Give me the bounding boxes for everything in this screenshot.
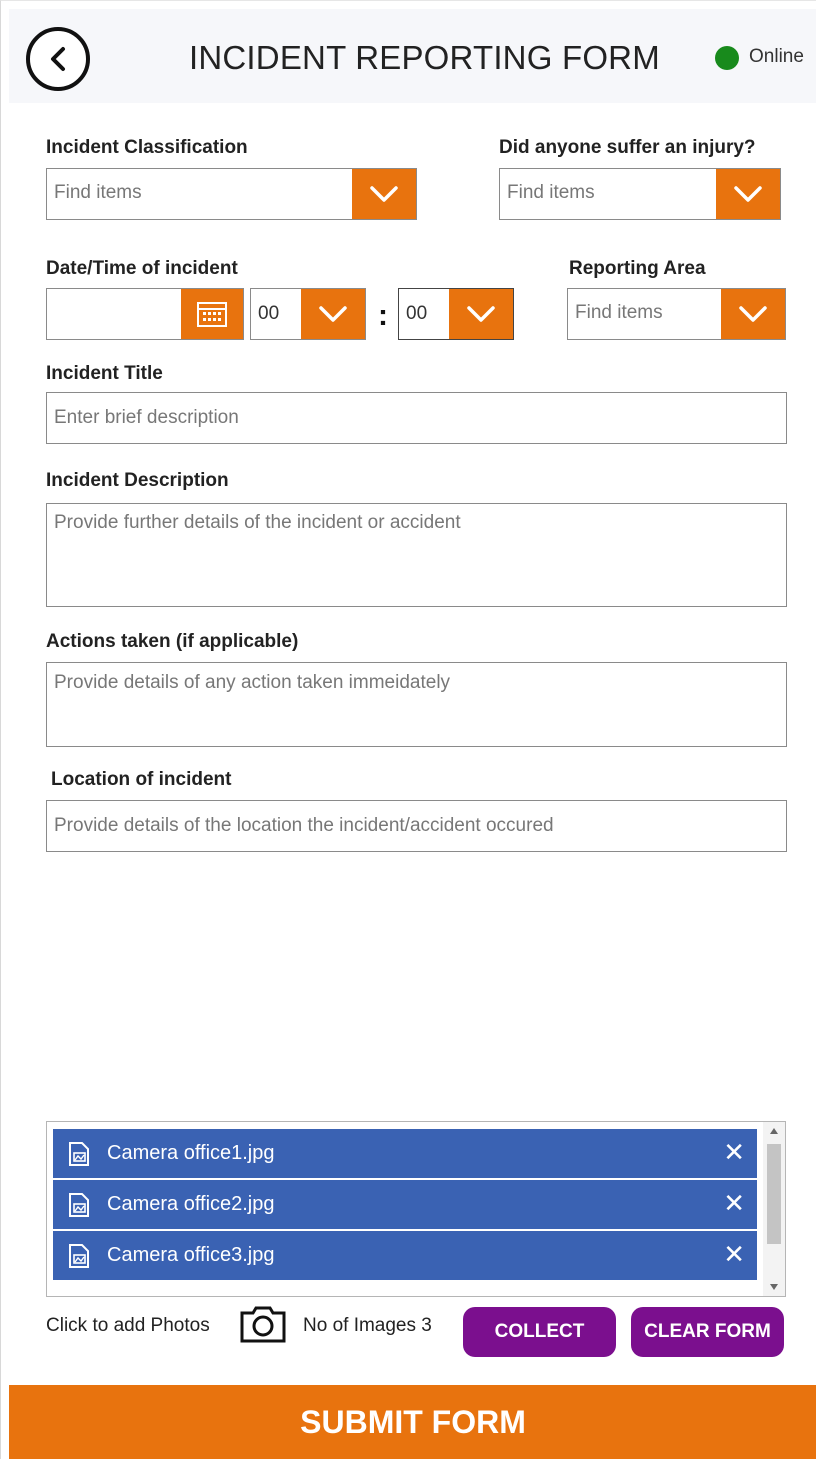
page-title: INCIDENT REPORTING FORM (189, 39, 660, 76)
chevron-down-icon (739, 306, 767, 322)
gallery-item[interactable]: Camera office2.jpg ✕ (53, 1180, 757, 1229)
image-count-label: No of Images 3 (303, 1315, 432, 1336)
classification-placeholder: Find items (54, 182, 142, 203)
chevron-left-icon (51, 47, 65, 71)
actions-taken-input[interactable]: Provide details of any action taken imme… (46, 662, 787, 747)
scroll-down-icon[interactable] (770, 1284, 778, 1290)
incident-description-input[interactable]: Provide further details of the incident … (46, 503, 787, 607)
camera-icon[interactable] (239, 1304, 287, 1344)
chevron-down-icon (319, 306, 347, 322)
scroll-thumb[interactable] (767, 1144, 781, 1244)
chevron-down-icon (370, 186, 398, 202)
incident-description-placeholder: Provide further details of the incident … (54, 512, 461, 533)
injury-label: Did anyone suffer an injury? (499, 137, 756, 158)
minute-dropdown-button[interactable] (449, 289, 513, 339)
gallery-item[interactable]: Camera office3.jpg ✕ (53, 1231, 757, 1280)
add-photos-label: Click to add Photos (46, 1315, 210, 1336)
minute-value: 00 (406, 303, 428, 324)
date-picker[interactable] (46, 288, 244, 340)
back-button[interactable] (26, 27, 90, 91)
reporting-area-label: Reporting Area (569, 258, 706, 279)
hour-value: 00 (258, 303, 280, 324)
gallery-item-name: Camera office3.jpg (107, 1244, 275, 1266)
incident-title-label: Incident Title (46, 363, 163, 384)
calendar-button[interactable] (181, 289, 243, 339)
scroll-up-icon[interactable] (770, 1128, 778, 1134)
app-frame: INCIDENT REPORTING FORM Online Incident … (0, 0, 816, 1459)
chevron-down-icon (734, 186, 762, 202)
classification-label: Incident Classification (46, 137, 248, 158)
reporting-area-select[interactable]: Find items (567, 288, 786, 340)
remove-icon[interactable]: ✕ (723, 1240, 745, 1268)
submit-form-button[interactable]: SUBMIT FORM (9, 1385, 816, 1459)
calendar-icon (197, 302, 227, 327)
actions-taken-placeholder: Provide details of any action taken imme… (54, 672, 451, 693)
hour-select[interactable]: 00 (250, 288, 366, 340)
image-file-icon (69, 1193, 89, 1217)
reporting-area-dropdown-button[interactable] (721, 289, 785, 339)
image-file-icon (69, 1244, 89, 1268)
injury-placeholder: Find items (507, 182, 595, 203)
collect-button[interactable]: COLLECT (463, 1307, 616, 1357)
chevron-down-icon (467, 306, 495, 322)
online-status-label: Online (749, 46, 804, 67)
gallery-scrollbar[interactable] (763, 1122, 785, 1296)
image-file-icon (69, 1142, 89, 1166)
reporting-area-placeholder: Find items (575, 302, 663, 323)
minute-select[interactable]: 00 (398, 288, 514, 340)
injury-dropdown-button[interactable] (716, 169, 780, 219)
classification-select[interactable]: Find items (46, 168, 417, 220)
location-label: Location of incident (51, 769, 232, 790)
photo-gallery[interactable]: Camera office1.jpg ✕ Camera office2.jpg … (46, 1121, 786, 1297)
incident-title-input[interactable]: Enter brief description (46, 392, 787, 444)
clear-form-button[interactable]: CLEAR FORM (631, 1307, 784, 1357)
incident-description-label: Incident Description (46, 470, 229, 491)
remove-icon[interactable]: ✕ (723, 1138, 745, 1166)
location-placeholder: Provide details of the location the inci… (54, 815, 554, 836)
header-bar: INCIDENT REPORTING FORM Online (9, 9, 816, 103)
remove-icon[interactable]: ✕ (723, 1189, 745, 1217)
gallery-item-name: Camera office1.jpg (107, 1142, 275, 1164)
gallery-item-name: Camera office2.jpg (107, 1193, 275, 1215)
time-separator: : (378, 299, 388, 332)
incident-title-placeholder: Enter brief description (54, 407, 239, 428)
injury-select[interactable]: Find items (499, 168, 781, 220)
gallery-item[interactable]: Camera office1.jpg ✕ (53, 1129, 757, 1178)
classification-dropdown-button[interactable] (352, 169, 416, 219)
online-status-icon (715, 46, 739, 70)
hour-dropdown-button[interactable] (301, 289, 365, 339)
actions-taken-label: Actions taken (if applicable) (46, 631, 299, 652)
location-input[interactable]: Provide details of the location the inci… (46, 800, 787, 852)
datetime-label: Date/Time of incident (46, 258, 238, 279)
